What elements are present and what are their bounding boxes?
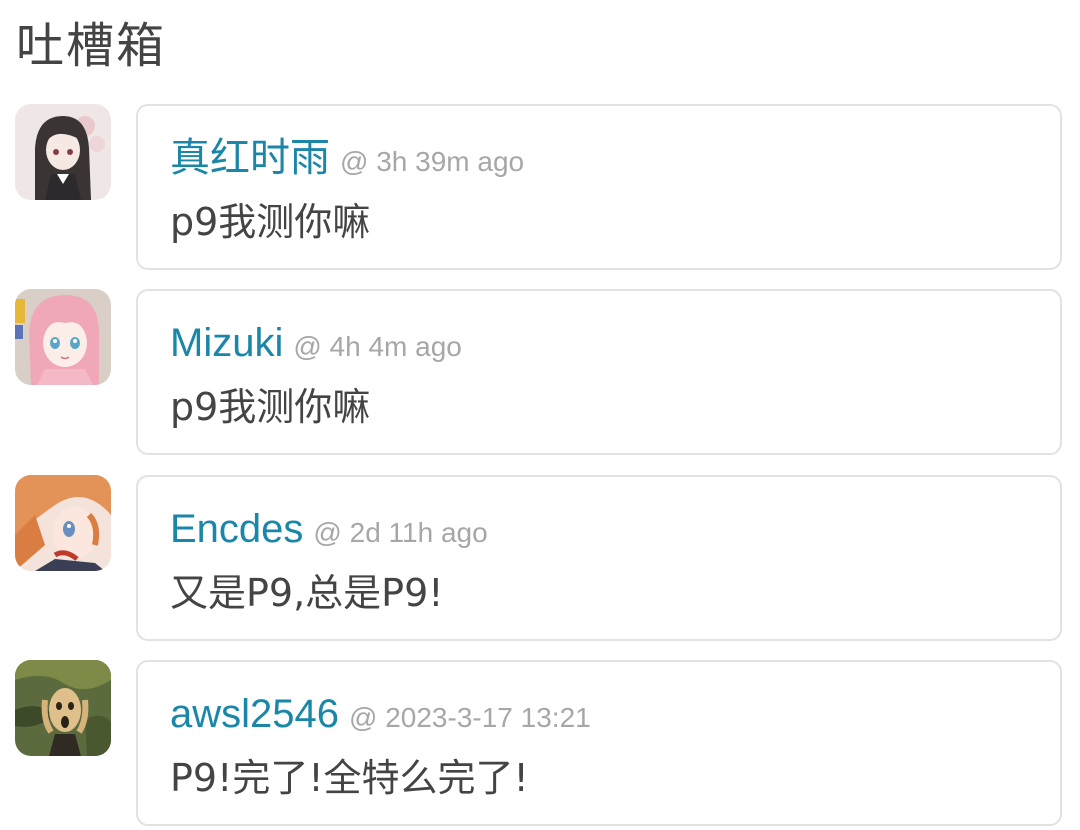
comment-bubble: Encdes @ 2d 11h ago 又是P9,总是P9! [136,475,1062,641]
author-name-link[interactable]: 真红时雨 [170,136,330,180]
comment-item: Encdes @ 2d 11h ago 又是P9,总是P9! [0,475,1080,645]
comment-item: Mizuki @ 4h 4m ago p9我测你嘛 [0,289,1080,459]
comment-timestamp: @ 4h 4m ago [293,331,462,362]
anime-girl-pink-hair-avatar-icon [15,289,111,385]
comment-item: 真红时雨 @ 3h 39m ago p9我测你嘛 [0,104,1080,274]
comment-timestamp: @ 2023-3-17 13:21 [349,702,591,733]
anime-character-orange-hair-avatar-icon [15,475,111,571]
comment-text: p9我测你嘛 [170,385,371,429]
comment-bubble: Mizuki @ 4h 4m ago p9我测你嘛 [136,289,1062,455]
comment-bubble: 真红时雨 @ 3h 39m ago p9我测你嘛 [136,104,1062,270]
page-title: 吐槽箱 [16,18,167,74]
comment-text: P9!完了!全特么完了! [170,756,529,800]
comment-item: awsl2546 @ 2023-3-17 13:21 P9!完了!全特么完了! [0,660,1080,830]
comment-text: p9我测你嘛 [170,200,371,244]
comment-meta: awsl2546 @ 2023-3-17 13:21 [170,686,591,750]
author-name-link[interactable]: awsl2546 [170,692,339,736]
comment-meta: Mizuki @ 4h 4m ago [170,315,462,379]
avatar[interactable] [15,289,111,385]
anime-girl-dark-hair-avatar-icon [15,104,111,200]
comment-bubble: awsl2546 @ 2023-3-17 13:21 P9!完了!全特么完了! [136,660,1062,826]
author-name-link[interactable]: Mizuki [170,321,283,365]
comment-meta: 真红时雨 @ 3h 39m ago [170,130,524,194]
comment-timestamp: @ 2d 11h ago [313,517,488,548]
avatar[interactable] [15,475,111,571]
comment-timestamp: @ 3h 39m ago [340,146,525,177]
the-scream-painting-avatar-icon [15,660,111,756]
comment-text: 又是P9,总是P9! [170,571,444,615]
comment-meta: Encdes @ 2d 11h ago [170,501,488,565]
avatar[interactable] [15,660,111,756]
avatar[interactable] [15,104,111,200]
author-name-link[interactable]: Encdes [170,507,303,551]
